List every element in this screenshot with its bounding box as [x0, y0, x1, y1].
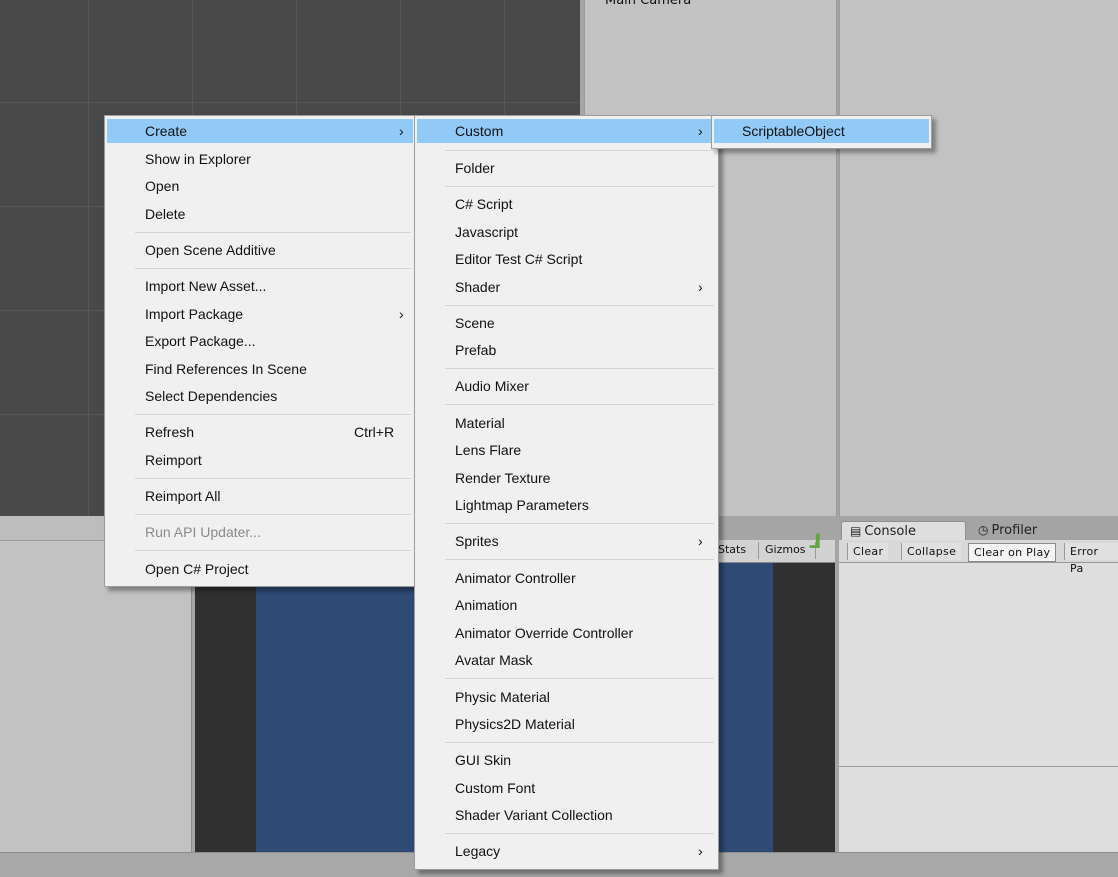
tab-profiler-label: Profiler: [991, 523, 1038, 538]
collapse-button[interactable]: Collapse: [901, 543, 962, 560]
menu-item-scriptableobject[interactable]: ScriptableObject: [714, 119, 929, 143]
menu-separator: [445, 368, 714, 369]
menu-item-create[interactable]: Create ›: [107, 119, 413, 143]
menu-item-delete[interactable]: Delete: [107, 202, 413, 226]
error-pause-toggle[interactable]: Error Pa: [1064, 543, 1118, 575]
menu-separator: [445, 404, 714, 405]
menu-item-lens-flare[interactable]: Lens Flare: [417, 438, 716, 462]
stats-button[interactable]: Stats: [718, 543, 746, 556]
menu-separator: [445, 833, 714, 834]
menu-item-shader[interactable]: Shader ›: [417, 275, 716, 299]
menu-item-label: Custom: [455, 123, 504, 139]
menu-item-label: Create: [145, 123, 188, 139]
menu-item-csharp-script[interactable]: C# Script: [417, 192, 716, 216]
chevron-right-icon: ›: [698, 843, 703, 859]
inspector-panel: [839, 0, 1118, 516]
menu-item-scene[interactable]: Scene: [417, 311, 716, 335]
menu-item-lightmap-parameters[interactable]: Lightmap Parameters: [417, 493, 716, 517]
chevron-right-icon: ›: [399, 306, 404, 322]
menu-separator: [445, 559, 714, 560]
menu-item-import-new-asset[interactable]: Import New Asset...: [107, 274, 413, 298]
menu-item-find-references[interactable]: Find References In Scene: [107, 357, 413, 381]
menu-item-avatar-mask[interactable]: Avatar Mask: [417, 648, 716, 672]
console-divider: [839, 766, 1118, 767]
toolbar-divider: [758, 542, 759, 559]
menu-item-open-csharp-project[interactable]: Open C# Project: [107, 557, 413, 581]
menu-item-label: Sprites: [455, 533, 499, 549]
grid-icon[interactable]: ᒧ: [809, 527, 827, 555]
menu-item-open-scene-additive[interactable]: Open Scene Additive: [107, 238, 413, 262]
menu-separator: [135, 550, 411, 551]
menu-item-audio-mixer[interactable]: Audio Mixer: [417, 374, 716, 398]
menu-item-render-texture[interactable]: Render Texture: [417, 466, 716, 490]
chevron-right-icon: ›: [399, 123, 404, 139]
menu-item-custom[interactable]: Custom ›: [417, 119, 716, 143]
menu-item-animator-override-controller[interactable]: Animator Override Controller: [417, 621, 716, 645]
menu-item-label: Legacy: [455, 843, 501, 859]
menu-separator: [135, 478, 411, 479]
assets-context-menu: Create › Show in Explorer Open Delete Op…: [104, 115, 416, 587]
menu-separator: [445, 305, 714, 306]
menu-item-label: Refresh: [145, 424, 195, 440]
menu-separator: [445, 150, 714, 151]
menu-item-run-api-updater: Run API Updater...: [145, 524, 261, 540]
clear-on-play-toggle[interactable]: Clear on Play: [968, 543, 1057, 562]
tab-console-label: Console: [864, 524, 916, 539]
hierarchy-item-main-camera[interactable]: Main Camera: [605, 0, 691, 8]
menu-item-label: Shader: [455, 279, 501, 295]
menu-separator: [445, 523, 714, 524]
menu-item-physics2d-material[interactable]: Physics2D Material: [417, 712, 716, 736]
console-tab-bar: ▤ Console ◷ Profiler: [839, 518, 1118, 541]
menu-separator: [445, 186, 714, 187]
menu-item-material[interactable]: Material: [417, 411, 716, 435]
console-icon: ▤: [850, 524, 862, 538]
menu-item-export-package[interactable]: Export Package...: [107, 329, 413, 353]
menu-item-editor-test-script[interactable]: Editor Test C# Script: [417, 247, 716, 271]
menu-separator: [445, 678, 714, 679]
menu-item-import-package[interactable]: Import Package ›: [107, 302, 413, 326]
menu-item-shader-variant-collection[interactable]: Shader Variant Collection: [417, 803, 716, 827]
clear-button[interactable]: Clear: [847, 543, 889, 560]
menu-item-folder[interactable]: Folder: [417, 156, 716, 180]
menu-item-animator-controller[interactable]: Animator Controller: [417, 566, 716, 590]
menu-item-custom-font[interactable]: Custom Font: [417, 776, 716, 800]
menu-separator: [135, 514, 411, 515]
console-panel: ▤ Console ◷ Profiler Clear Collapse Clear …: [839, 518, 1118, 852]
chevron-right-icon: ›: [698, 279, 703, 295]
menu-item-show-in-explorer[interactable]: Show in Explorer: [107, 147, 413, 171]
profiler-icon: ◷: [978, 523, 989, 537]
menu-separator: [135, 232, 411, 233]
menu-item-open[interactable]: Open: [107, 174, 413, 198]
menu-item-select-dependencies[interactable]: Select Dependencies: [107, 384, 413, 408]
tab-profiler[interactable]: ◷ Profiler: [970, 521, 1078, 540]
shortcut-label: Ctrl+R: [354, 424, 395, 440]
tab-console[interactable]: ▤ Console: [841, 521, 966, 541]
gizmos-button[interactable]: Gizmos: [765, 543, 806, 556]
chevron-right-icon: ›: [698, 533, 703, 549]
menu-item-sprites[interactable]: Sprites ›: [417, 529, 716, 553]
create-submenu: Custom › Folder C# Script Javascript Edi…: [414, 115, 719, 870]
menu-item-prefab[interactable]: Prefab: [417, 338, 716, 362]
menu-item-refresh[interactable]: Refresh Ctrl+R: [107, 420, 413, 444]
menu-item-physic-material[interactable]: Physic Material: [417, 685, 716, 709]
chevron-right-icon: ›: [698, 123, 703, 139]
menu-separator: [135, 268, 411, 269]
menu-separator: [135, 414, 411, 415]
menu-item-reimport[interactable]: Reimport: [107, 448, 413, 472]
menu-item-legacy[interactable]: Legacy ›: [417, 839, 716, 863]
custom-submenu: ScriptableObject: [711, 115, 932, 149]
menu-item-javascript[interactable]: Javascript: [417, 220, 716, 244]
menu-item-gui-skin[interactable]: GUI Skin: [417, 748, 716, 772]
console-toolbar: Clear Collapse Clear on Play Error Pa: [839, 540, 1118, 575]
menu-item-reimport-all[interactable]: Reimport All: [107, 484, 413, 508]
menu-item-animation[interactable]: Animation: [417, 593, 716, 617]
menu-separator: [445, 742, 714, 743]
menu-item-label: Import Package: [145, 306, 244, 322]
